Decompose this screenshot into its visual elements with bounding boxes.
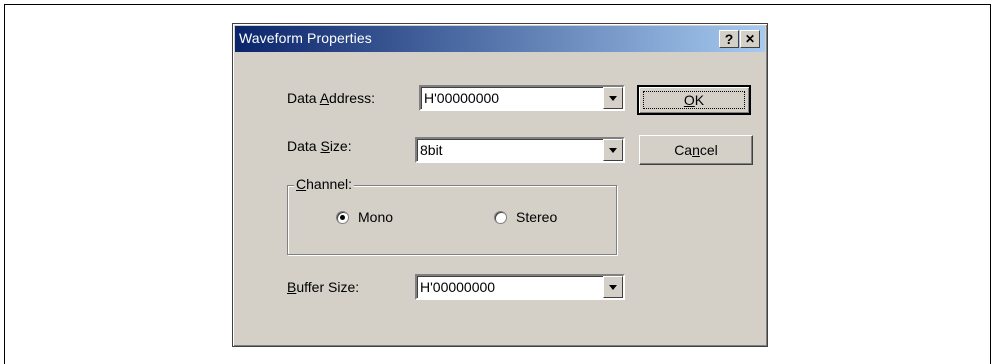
data-size-value: 8bit	[420, 142, 443, 158]
mono-radio[interactable]	[336, 211, 349, 224]
buffer-size-dropdown-button[interactable]	[603, 276, 623, 298]
chevron-down-icon	[609, 285, 617, 290]
waveform-properties-dialog: Waveform Properties ? ✕ Data Address: H'…	[232, 23, 768, 347]
title-bar[interactable]: Waveform Properties ? ✕	[235, 26, 765, 52]
data-address-combo[interactable]: H'00000000	[419, 85, 625, 111]
close-icon: ✕	[744, 32, 756, 46]
stereo-label[interactable]: Stereo	[516, 209, 557, 225]
data-address-label: Data Address:	[287, 90, 375, 106]
cancel-button[interactable]: Cancel	[639, 135, 753, 165]
cancel-label: Cancel	[674, 142, 718, 158]
chevron-down-icon	[609, 96, 617, 101]
data-size-dropdown-button[interactable]	[603, 139, 623, 161]
dialog-title: Waveform Properties	[239, 30, 372, 46]
data-address-value: H'00000000	[424, 90, 500, 106]
data-size-combo[interactable]: 8bit	[415, 137, 625, 163]
stereo-radio[interactable]	[494, 211, 507, 224]
channel-group: Channel: Mono Stereo	[287, 176, 617, 255]
focus-indicator	[643, 91, 745, 109]
help-button[interactable]: ?	[719, 30, 739, 48]
channel-group-label: Channel:	[294, 176, 355, 192]
buffer-size-label: Buffer Size:	[287, 279, 360, 295]
close-button[interactable]: ✕	[740, 30, 760, 48]
chevron-down-icon	[609, 148, 617, 153]
data-size-label: Data Size:	[287, 138, 352, 154]
buffer-size-value: H'00000000	[420, 279, 496, 295]
question-mark-icon: ?	[724, 31, 734, 47]
mono-label[interactable]: Mono	[358, 209, 393, 225]
radio-selected-dot	[340, 215, 345, 220]
data-address-dropdown-button[interactable]	[603, 87, 623, 109]
ok-button[interactable]: OK	[637, 85, 751, 115]
buffer-size-combo[interactable]: H'00000000	[415, 274, 625, 300]
